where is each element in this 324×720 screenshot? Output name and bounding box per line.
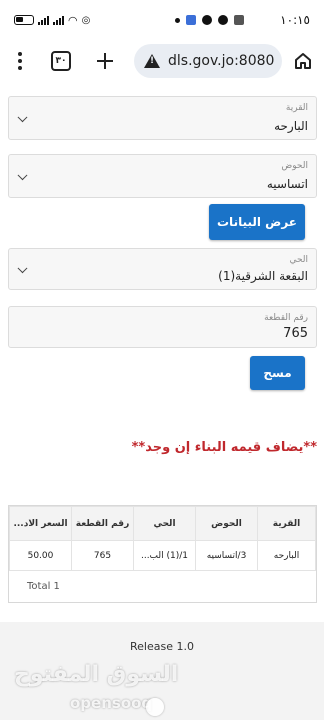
- footer: Release 1.0 السوق المفتوح opensooq: [0, 622, 324, 720]
- basin-value: اتساسيه: [266, 177, 308, 191]
- menu-icon[interactable]: [18, 52, 22, 70]
- signal-2-icon: [53, 15, 64, 25]
- table-row[interactable]: البارحه 3/اتساسيه 1/(1) الب... 765 50.00: [9, 540, 316, 571]
- battery-icon: [14, 15, 34, 25]
- parcel-value: 765: [283, 326, 308, 341]
- address-bar[interactable]: dls.gov.jo:8080: [134, 44, 282, 78]
- cell-neighborhood: 1/(1) الب...: [133, 540, 196, 571]
- new-tab-icon[interactable]: [94, 50, 116, 72]
- cell-price: 50.00: [9, 540, 72, 571]
- parcel-label: رقم القطعة: [264, 313, 308, 323]
- neighborhood-value: البقعة الشرقية(1): [218, 269, 308, 283]
- village-value: البارحه: [274, 119, 308, 133]
- home-icon[interactable]: [292, 50, 314, 72]
- release-version: Release 1.0: [130, 640, 194, 653]
- watermark-logo-icon: [146, 698, 164, 716]
- browser-toolbar: ٣٠ dls.gov.jo:8080: [0, 40, 324, 82]
- results-table: القرية الحوض الحي رقم القطعة السعر الاد.…: [8, 505, 317, 603]
- chevron-down-icon: [17, 263, 28, 274]
- cell-village: البارحه: [257, 540, 316, 571]
- app-icon: [234, 15, 244, 25]
- app-notification-icon: [186, 15, 196, 25]
- warning-icon: [144, 54, 160, 68]
- clear-button[interactable]: مسح: [250, 356, 305, 390]
- village-label: القرية: [285, 103, 308, 113]
- basin-select[interactable]: الحوض اتساسيه: [8, 154, 317, 198]
- signal-icon: [38, 15, 49, 25]
- status-bar: ◠ ◎ ١٠:١٥: [0, 0, 324, 40]
- column-header-basin[interactable]: الحوض: [195, 506, 258, 541]
- building-value-note: **يضاف قيمه البناء إن وجد**: [131, 440, 317, 455]
- wifi-icon: ◠: [68, 13, 78, 27]
- tabs-button[interactable]: ٣٠: [51, 51, 71, 71]
- clock: ١٠:١٥: [280, 13, 310, 27]
- alarm-icon: ◎: [81, 14, 91, 26]
- notification-dot-icon: [175, 17, 180, 23]
- village-select[interactable]: القرية البارحه: [8, 96, 317, 140]
- messenger-icon: [202, 15, 212, 25]
- column-header-village[interactable]: القرية: [257, 506, 316, 541]
- basin-label: الحوض: [281, 161, 308, 171]
- show-data-button[interactable]: عرض البيانات: [209, 204, 305, 240]
- table-total: Total 1: [9, 570, 316, 602]
- parcel-number-input[interactable]: رقم القطعة 765: [8, 306, 317, 348]
- neighborhood-select[interactable]: الحي البقعة الشرقية(1): [8, 248, 317, 290]
- watermark-english: opensooq: [70, 694, 153, 712]
- column-header-price[interactable]: السعر الاد...: [9, 506, 72, 541]
- table-header-row: القرية الحوض الحي رقم القطعة السعر الاد.…: [9, 506, 316, 541]
- chevron-down-icon: [17, 112, 28, 123]
- column-header-parcel[interactable]: رقم القطعة: [71, 506, 134, 541]
- chevron-down-icon: [17, 170, 28, 181]
- facebook-icon: [218, 15, 228, 25]
- neighborhood-label: الحي: [289, 255, 308, 265]
- cell-basin: 3/اتساسيه: [195, 540, 258, 571]
- watermark-arabic: السوق المفتوح: [14, 662, 179, 687]
- column-header-neighborhood[interactable]: الحي: [133, 506, 196, 541]
- url-text: dls.gov.jo:8080: [168, 53, 275, 69]
- cell-parcel: 765: [71, 540, 134, 571]
